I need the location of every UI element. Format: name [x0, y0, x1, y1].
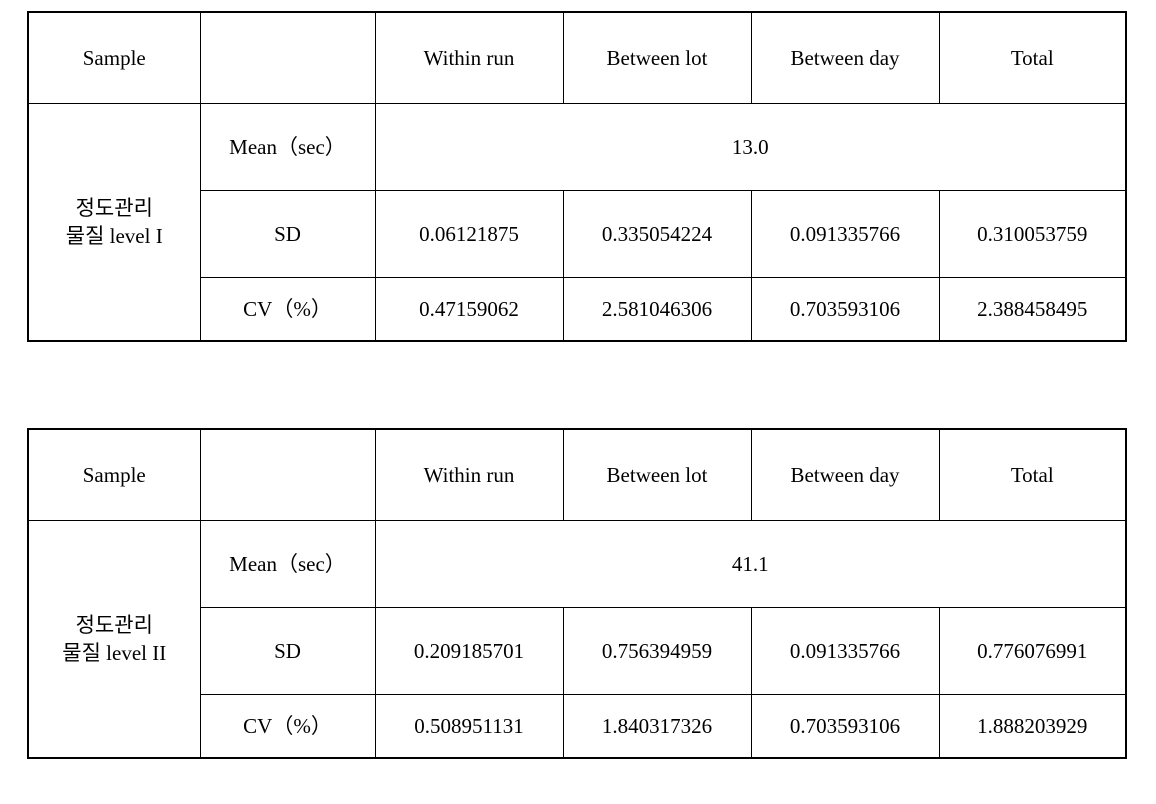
header-cell-blank	[199, 428, 376, 521]
precision-table-level-2: Sample Within run Between lot Between da…	[27, 428, 1127, 759]
header-cell-between-lot: Between lot	[562, 428, 752, 521]
sd-between-lot: 0.335054224	[562, 190, 752, 278]
sample-name-cell: 정도관리 물질 level I	[27, 103, 201, 342]
sd-within-run: 0.209185701	[374, 607, 564, 695]
table-header-row: Sample Within run Between lot Between da…	[27, 11, 1127, 104]
header-cell-sample: Sample	[27, 428, 201, 521]
row-label-cv: CV（%）	[199, 694, 376, 759]
sd-total: 0.776076991	[938, 607, 1127, 695]
header-cell-blank	[199, 11, 376, 104]
header-cell-between-day: Between day	[750, 11, 940, 104]
header-cell-total: Total	[938, 428, 1127, 521]
sample-name-line-1: 정도관리	[75, 195, 153, 220]
mean-value-cell: 41.1	[374, 520, 1127, 608]
table-header-row: Sample Within run Between lot Between da…	[27, 428, 1127, 521]
header-cell-within-run: Within run	[374, 428, 564, 521]
header-cell-within-run: Within run	[374, 11, 564, 104]
row-label-sd: SD	[199, 607, 376, 695]
cv-total: 2.388458495	[938, 277, 1127, 342]
row-label-mean: Mean（sec）	[199, 103, 376, 191]
cv-between-day: 0.703593106	[750, 694, 940, 759]
header-cell-between-lot: Between lot	[562, 11, 752, 104]
cv-within-run: 0.47159062	[374, 277, 564, 342]
cv-between-lot: 1.840317326	[562, 694, 752, 759]
sd-between-lot: 0.756394959	[562, 607, 752, 695]
table-row-mean: 정도관리 물질 level I Mean（sec） 13.0	[27, 103, 1127, 342]
sample-name-line-2: 물질 level II	[62, 641, 167, 665]
cv-within-run: 0.508951131	[374, 694, 564, 759]
cv-between-day: 0.703593106	[750, 277, 940, 342]
row-label-mean: Mean（sec）	[199, 520, 376, 608]
sd-between-day: 0.091335766	[750, 607, 940, 695]
header-cell-between-day: Between day	[750, 428, 940, 521]
document-page: Sample Within run Between lot Between da…	[0, 0, 1156, 804]
sd-within-run: 0.06121875	[374, 190, 564, 278]
precision-table-level-1: Sample Within run Between lot Between da…	[27, 11, 1127, 342]
sample-name-line-2: 물질 level I	[65, 224, 163, 248]
sample-name-line-1: 정도관리	[75, 612, 153, 637]
sample-name-cell: 정도관리 물질 level II	[27, 520, 201, 759]
header-cell-total: Total	[938, 11, 1127, 104]
sd-between-day: 0.091335766	[750, 190, 940, 278]
row-label-cv: CV（%）	[199, 277, 376, 342]
row-label-sd: SD	[199, 190, 376, 278]
header-cell-sample: Sample	[27, 11, 201, 104]
cv-between-lot: 2.581046306	[562, 277, 752, 342]
sd-total: 0.310053759	[938, 190, 1127, 278]
table-row-mean: 정도관리 물질 level II Mean（sec） 41.1	[27, 520, 1127, 759]
mean-value-cell: 13.0	[374, 103, 1127, 191]
cv-total: 1.888203929	[938, 694, 1127, 759]
